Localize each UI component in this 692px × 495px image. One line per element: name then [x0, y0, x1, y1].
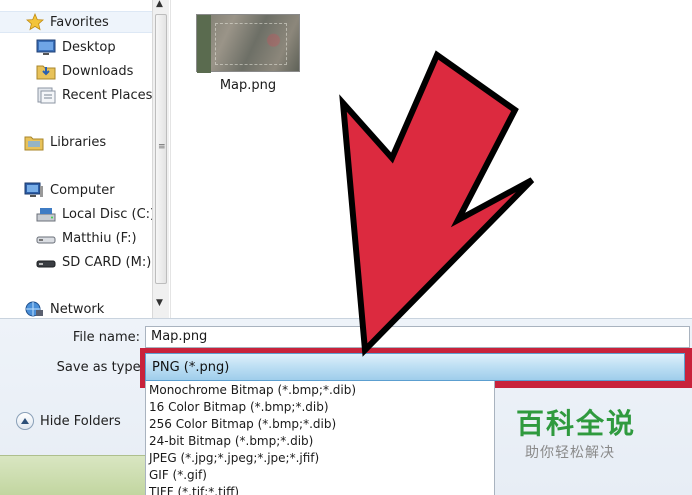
scrollbar-grip-icon: ≡: [158, 142, 166, 152]
nav-item-downloads[interactable]: Downloads: [36, 60, 133, 82]
nav-item-recent-places[interactable]: Recent Places: [36, 84, 152, 106]
star-icon: [26, 12, 46, 31]
nav-label-favorites: Favorites: [50, 14, 109, 30]
hide-folders-button[interactable]: Hide Folders: [16, 412, 121, 430]
nav-label-downloads: Downloads: [62, 63, 134, 79]
scroll-down-arrow-icon[interactable]: ▼: [156, 298, 163, 308]
nav-label-desktop: Desktop: [62, 39, 116, 55]
hide-folders-label: Hide Folders: [40, 413, 121, 429]
sd-card-drive-icon: [36, 253, 56, 271]
downloads-folder-icon: [36, 62, 56, 80]
navigation-pane: Favorites Desktop Downloads Recent Place…: [0, 0, 155, 320]
watermark-slogan: 助你轻松解决: [525, 445, 615, 461]
nav-label-matthiu: Matthiu (F:): [62, 230, 137, 246]
recent-places-icon: [36, 86, 56, 104]
desktop-icon: [36, 38, 56, 56]
map-image-thumbnail[interactable]: [196, 14, 300, 73]
nav-label-recent-places: Recent Places: [62, 87, 153, 103]
background-window-strip: [0, 455, 145, 495]
nav-item-network[interactable]: Network: [24, 298, 104, 320]
watermark-logo-text: 百科全说: [516, 407, 637, 440]
save-as-type-label: Save as type:: [56, 360, 145, 375]
nav-item-favorites[interactable]: Favorites: [0, 11, 152, 33]
file-type-option[interactable]: Monochrome Bitmap (*.bmp;*.dib): [149, 383, 356, 399]
nav-item-local-disc[interactable]: Local Disc (C:): [36, 203, 155, 225]
file-type-option[interactable]: TIFF (*.tif;*.tiff): [149, 485, 239, 495]
file-name-label: File name:: [72, 330, 140, 345]
nav-item-desktop[interactable]: Desktop: [36, 36, 116, 58]
nav-item-sd-card[interactable]: SD CARD (M:): [36, 251, 151, 273]
computer-icon: [24, 181, 44, 199]
nav-label-libraries: Libraries: [50, 134, 107, 150]
removable-drive-icon: [36, 229, 56, 247]
file-type-dropdown-list[interactable]: Monochrome Bitmap (*.bmp;*.dib) 16 Color…: [145, 381, 495, 495]
file-type-option[interactable]: 16 Color Bitmap (*.bmp;*.dib): [149, 400, 329, 416]
file-type-option[interactable]: 24-bit Bitmap (*.bmp;*.dib): [149, 434, 313, 450]
nav-label-local-disc: Local Disc (C:): [62, 206, 156, 222]
save-as-type-select[interactable]: PNG (*.png): [145, 353, 685, 381]
nav-label-network: Network: [50, 301, 105, 317]
drive-icon: [36, 205, 56, 223]
nav-label-computer: Computer: [50, 182, 115, 198]
nav-item-libraries[interactable]: Libraries: [24, 131, 106, 153]
nav-item-matthiu[interactable]: Matthiu (F:): [36, 227, 137, 249]
file-type-option[interactable]: 256 Color Bitmap (*.bmp;*.dib): [149, 417, 336, 433]
thumbnail-filename[interactable]: Map.png: [196, 78, 300, 93]
libraries-icon: [24, 133, 44, 151]
file-name-input[interactable]: Map.png: [145, 326, 690, 348]
network-icon: [24, 300, 44, 318]
file-type-option[interactable]: JPEG (*.jpg;*.jpeg;*.jpe;*.jfif): [149, 451, 319, 467]
scroll-up-arrow-icon[interactable]: ▲: [156, 0, 163, 9]
collapse-up-icon: [16, 412, 34, 430]
sidebar-scrollbar[interactable]: ▲ ≡ ▼: [152, 0, 169, 318]
nav-label-sd-card: SD CARD (M:): [62, 254, 152, 270]
nav-item-computer[interactable]: Computer: [24, 179, 115, 201]
file-type-option[interactable]: GIF (*.gif): [149, 468, 207, 484]
